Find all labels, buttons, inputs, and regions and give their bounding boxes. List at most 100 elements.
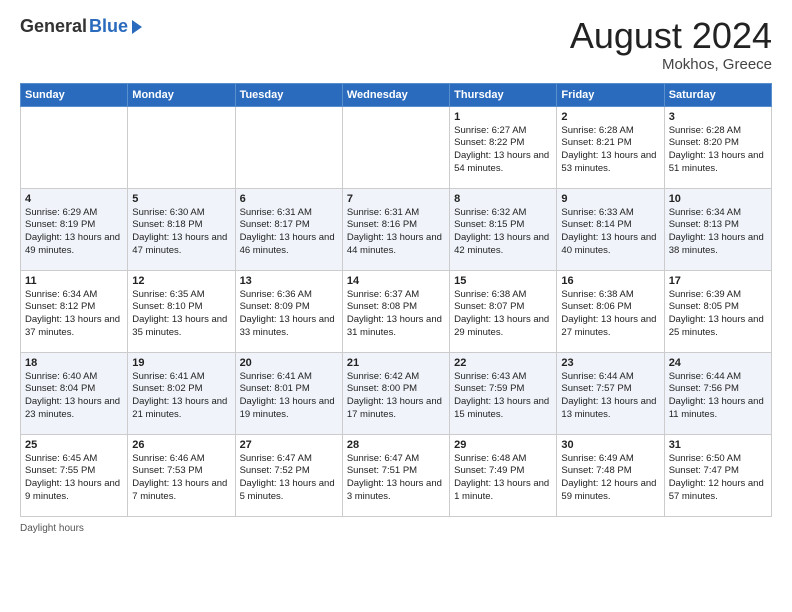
day-number: 6 [240, 193, 338, 205]
calendar-cell: 26 Sunrise: 6:46 AM Sunset: 7:53 PM Dayli… [128, 434, 235, 516]
calendar-cell: 9Sunrise: 6:33 AM Sunset: 8:14 PM Daylig… [557, 188, 664, 270]
cell-sun-info: Sunrise: 6:44 AM Sunset: 7:57 PM Dayligh… [561, 371, 659, 422]
column-header-thursday: Thursday [450, 83, 557, 106]
cell-sun-info: Sunrise: 6:27 AM Sunset: 8:22 PM Dayligh… [454, 125, 552, 176]
calendar-cell: 5 Sunrise: 6:30 AM Sunset: 8:18 PM Daylig… [128, 188, 235, 270]
calendar-cell: 6 Sunrise: 6:31 AM Sunset: 8:17 PM Daylig… [235, 188, 342, 270]
calendar-cell: 24 Sunrise: 6:44 AM Sunset: 7:56 PM Dayli… [664, 352, 771, 434]
cell-sun-info: Sunrise: 6:38 AM Sunset: 8:06 PM Dayligh… [561, 289, 659, 340]
calendar-cell [21, 106, 128, 188]
day-number: 15 [454, 275, 552, 287]
cell-sun-info: Sunrise: 6:37 AM Sunset: 8:08 PM Dayligh… [347, 289, 445, 340]
day-number: 19 [132, 357, 230, 369]
cell-sun-info: Sunrise: 6:44 AM Sunset: 7:56 PM Dayligh… [669, 371, 767, 422]
main-title: August 2024 [570, 16, 772, 56]
cell-sun-info: Sunrise: 6:40 AM Sunset: 8:04 PM Dayligh… [25, 371, 123, 422]
day-number: 17 [669, 275, 767, 287]
day-number: 12 [132, 275, 230, 287]
cell-sun-info: Sunrise: 6:34 AM Sunset: 8:12 PM Dayligh… [25, 289, 123, 340]
cell-sun-info: Sunrise: 6:49 AM Sunset: 7:48 PM Dayligh… [561, 453, 659, 504]
cell-sun-info: Sunrise: 6:31 AM Sunset: 8:16 PM Dayligh… [347, 207, 445, 258]
cell-sun-info: Sunrise: 6:28 AM Sunset: 8:20 PM Dayligh… [669, 125, 767, 176]
calendar-cell: 3 Sunrise: 6:28 AM Sunset: 8:20 PM Daylig… [664, 106, 771, 188]
calendar-cell: 8 Sunrise: 6:32 AM Sunset: 8:15 PM Daylig… [450, 188, 557, 270]
calendar-cell: 31 Sunrise: 6:50 AM Sunset: 7:47 PM Dayli… [664, 434, 771, 516]
calendar-cell: 18 Sunrise: 6:40 AM Sunset: 8:04 PM Dayli… [21, 352, 128, 434]
calendar-cell: 13 Sunrise: 6:36 AM Sunset: 8:09 PM Dayli… [235, 270, 342, 352]
cell-sun-info: Sunrise: 6:38 AM Sunset: 8:07 PM Dayligh… [454, 289, 552, 340]
column-header-tuesday: Tuesday [235, 83, 342, 106]
cell-sun-info: Sunrise: 6:32 AM Sunset: 8:15 PM Dayligh… [454, 207, 552, 258]
calendar-cell: 12 Sunrise: 6:35 AM Sunset: 8:10 PM Dayli… [128, 270, 235, 352]
day-number: 9 [561, 193, 659, 205]
calendar-cell: 22Sunrise: 6:43 AM Sunset: 7:59 PM Dayli… [450, 352, 557, 434]
day-number: 16 [561, 275, 659, 287]
day-number: 13 [240, 275, 338, 287]
day-number: 30 [561, 439, 659, 451]
calendar-cell: 14 Sunrise: 6:37 AM Sunset: 8:08 PM Dayli… [342, 270, 449, 352]
title-block: August 2024 Mokhos, Greece [570, 16, 772, 73]
calendar-cell [128, 106, 235, 188]
column-header-saturday: Saturday [664, 83, 771, 106]
column-header-monday: Monday [128, 83, 235, 106]
day-number: 25 [25, 439, 123, 451]
calendar-cell: 2 Sunrise: 6:28 AM Sunset: 8:21 PM Daylig… [557, 106, 664, 188]
week-row-4: 18 Sunrise: 6:40 AM Sunset: 8:04 PM Dayli… [21, 352, 772, 434]
day-number: 20 [240, 357, 338, 369]
cell-sun-info: Sunrise: 6:36 AM Sunset: 8:09 PM Dayligh… [240, 289, 338, 340]
cell-sun-info: Sunrise: 6:31 AM Sunset: 8:17 PM Dayligh… [240, 207, 338, 258]
calendar-cell: 1Sunrise: 6:27 AM Sunset: 8:22 PM Daylig… [450, 106, 557, 188]
calendar-cell: 21 Sunrise: 6:42 AM Sunset: 8:00 PM Dayli… [342, 352, 449, 434]
logo: General Blue [20, 16, 142, 37]
day-number: 10 [669, 193, 767, 205]
logo-blue-text: Blue [89, 16, 128, 37]
calendar-cell: 4 Sunrise: 6:29 AM Sunset: 8:19 PM Daylig… [21, 188, 128, 270]
cell-sun-info: Sunrise: 6:41 AM Sunset: 8:02 PM Dayligh… [132, 371, 230, 422]
day-number: 8 [454, 193, 552, 205]
day-number: 22 [454, 357, 552, 369]
day-number: 26 [132, 439, 230, 451]
cell-sun-info: Sunrise: 6:48 AM Sunset: 7:49 PM Dayligh… [454, 453, 552, 504]
day-number: 14 [347, 275, 445, 287]
page: General Blue August 2024 Mokhos, Greece … [0, 0, 792, 612]
day-number: 18 [25, 357, 123, 369]
cell-sun-info: Sunrise: 6:30 AM Sunset: 8:18 PM Dayligh… [132, 207, 230, 258]
calendar-cell: 15 Sunrise: 6:38 AM Sunset: 8:07 PM Dayli… [450, 270, 557, 352]
calendar-cell: 23 Sunrise: 6:44 AM Sunset: 7:57 PM Dayli… [557, 352, 664, 434]
calendar-cell [235, 106, 342, 188]
cell-sun-info: Sunrise: 6:42 AM Sunset: 8:00 PM Dayligh… [347, 371, 445, 422]
cell-sun-info: Sunrise: 6:34 AM Sunset: 8:13 PM Dayligh… [669, 207, 767, 258]
calendar-cell: 7 Sunrise: 6:31 AM Sunset: 8:16 PM Daylig… [342, 188, 449, 270]
day-number: 3 [669, 111, 767, 123]
calendar-cell: 16 Sunrise: 6:38 AM Sunset: 8:06 PM Dayli… [557, 270, 664, 352]
day-number: 5 [132, 193, 230, 205]
cell-sun-info: Sunrise: 6:29 AM Sunset: 8:19 PM Dayligh… [25, 207, 123, 258]
day-number: 28 [347, 439, 445, 451]
day-number: 21 [347, 357, 445, 369]
week-row-3: 11 Sunrise: 6:34 AM Sunset: 8:12 PM Dayli… [21, 270, 772, 352]
cell-sun-info: Sunrise: 6:47 AM Sunset: 7:52 PM Dayligh… [240, 453, 338, 504]
calendar-cell: 10 Sunrise: 6:34 AM Sunset: 8:13 PM Dayli… [664, 188, 771, 270]
cell-sun-info: Sunrise: 6:35 AM Sunset: 8:10 PM Dayligh… [132, 289, 230, 340]
cell-sun-info: Sunrise: 6:50 AM Sunset: 7:47 PM Dayligh… [669, 453, 767, 504]
day-number: 31 [669, 439, 767, 451]
calendar-cell: 30 Sunrise: 6:49 AM Sunset: 7:48 PM Dayli… [557, 434, 664, 516]
calendar-cell: 11 Sunrise: 6:34 AM Sunset: 8:12 PM Dayli… [21, 270, 128, 352]
cell-sun-info: Sunrise: 6:28 AM Sunset: 8:21 PM Dayligh… [561, 125, 659, 176]
day-number: 23 [561, 357, 659, 369]
day-number: 2 [561, 111, 659, 123]
cell-sun-info: Sunrise: 6:39 AM Sunset: 8:05 PM Dayligh… [669, 289, 767, 340]
day-number: 27 [240, 439, 338, 451]
calendar-cell: 20 Sunrise: 6:41 AM Sunset: 8:01 PM Dayli… [235, 352, 342, 434]
day-number: 11 [25, 275, 123, 287]
cell-sun-info: Sunrise: 6:41 AM Sunset: 8:01 PM Dayligh… [240, 371, 338, 422]
day-number: 24 [669, 357, 767, 369]
daylight-hours-label: Daylight hours [20, 523, 84, 534]
cell-sun-info: Sunrise: 6:46 AM Sunset: 7:53 PM Dayligh… [132, 453, 230, 504]
cell-sun-info: Sunrise: 6:47 AM Sunset: 7:51 PM Dayligh… [347, 453, 445, 504]
cell-sun-info: Sunrise: 6:45 AM Sunset: 7:55 PM Dayligh… [25, 453, 123, 504]
calendar-cell: 17 Sunrise: 6:39 AM Sunset: 8:05 PM Dayli… [664, 270, 771, 352]
calendar-table: SundayMondayTuesdayWednesdayThursdayFrid… [20, 83, 772, 517]
day-number: 4 [25, 193, 123, 205]
day-number: 7 [347, 193, 445, 205]
